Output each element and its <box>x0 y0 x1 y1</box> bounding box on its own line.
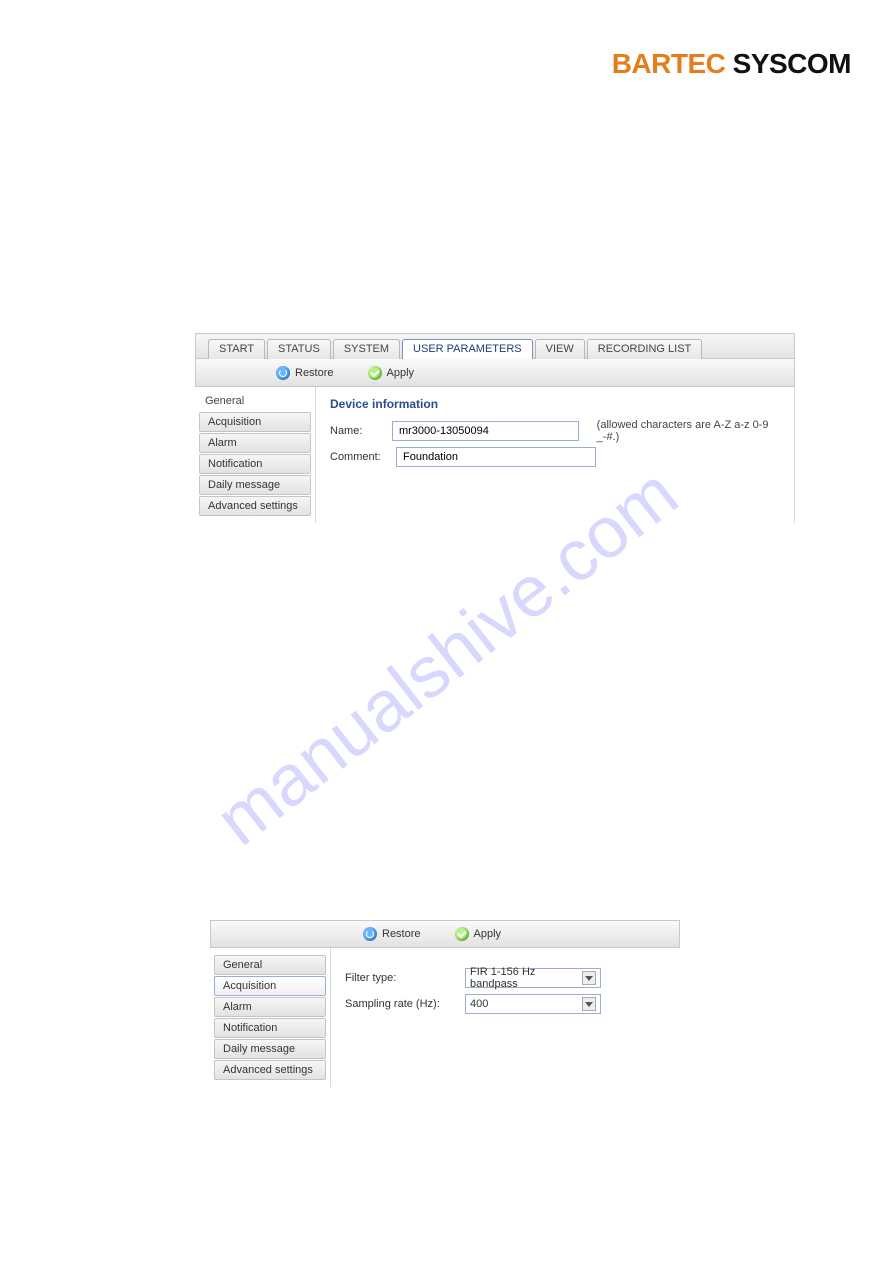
sidebar-item-acquisition-2[interactable]: Acquisition <box>214 976 326 996</box>
filter-type-label: Filter type: <box>345 972 455 984</box>
filter-type-select[interactable]: FIR 1-156 Hz bandpass <box>465 968 601 988</box>
sidebar-item-general[interactable]: General <box>214 955 326 975</box>
brand-logo: BARTEC SYSCOM <box>612 48 851 80</box>
chevron-down-icon <box>582 997 596 1011</box>
sidebar-item-daily-message[interactable]: Daily message <box>199 475 311 495</box>
screenshot-device-info: START STATUS SYSTEM USER PARAMETERS VIEW… <box>195 333 795 523</box>
comment-input[interactable] <box>396 447 596 467</box>
sampling-rate-label: Sampling rate (Hz): <box>345 998 455 1010</box>
tab-recording-list[interactable]: RECORDING LIST <box>587 339 703 359</box>
comment-label: Comment: <box>330 451 386 463</box>
apply-label: Apply <box>387 367 415 379</box>
toolbar: Restore Apply <box>195 359 795 387</box>
sidebar-item-notification-2[interactable]: Notification <box>214 1018 326 1038</box>
sidebar-item-advanced-settings-2[interactable]: Advanced settings <box>214 1060 326 1080</box>
sampling-rate-value: 400 <box>470 998 488 1010</box>
screenshot-acquisition: Restore Apply General Acquisition Alarm … <box>210 920 680 1087</box>
tab-system[interactable]: SYSTEM <box>333 339 400 359</box>
section-title: Device information <box>330 397 780 411</box>
apply-icon <box>455 927 469 941</box>
restore-icon <box>363 927 377 941</box>
apply-icon <box>368 366 382 380</box>
tab-status[interactable]: STATUS <box>267 339 331 359</box>
restore-button-2[interactable]: Restore <box>363 927 421 941</box>
sampling-rate-select[interactable]: 400 <box>465 994 601 1014</box>
sidebar-item-acquisition[interactable]: Acquisition <box>199 412 311 432</box>
sidebar-item-daily-message-2[interactable]: Daily message <box>214 1039 326 1059</box>
sidebar: General Acquisition Alarm Notification D… <box>195 387 315 523</box>
sidebar-item-alarm[interactable]: Alarm <box>199 433 311 453</box>
restore-label: Restore <box>295 367 334 379</box>
sidebar-item-advanced-settings[interactable]: Advanced settings <box>199 496 311 516</box>
content-panel-2: Filter type: FIR 1-156 Hz bandpass Sampl… <box>330 948 680 1087</box>
restore-button[interactable]: Restore <box>276 366 334 380</box>
main-tabstrip: START STATUS SYSTEM USER PARAMETERS VIEW… <box>195 333 795 359</box>
brand-part2: SYSCOM <box>733 48 851 79</box>
tab-user-parameters[interactable]: USER PARAMETERS <box>402 339 533 359</box>
sidebar-2: General Acquisition Alarm Notification D… <box>210 948 330 1087</box>
sidebar-item-alarm-2[interactable]: Alarm <box>214 997 326 1017</box>
restore-icon <box>276 366 290 380</box>
chevron-down-icon <box>582 971 596 985</box>
apply-button-2[interactable]: Apply <box>455 927 502 941</box>
sidebar-title: General <box>199 393 311 411</box>
restore-label-2: Restore <box>382 928 421 940</box>
apply-button[interactable]: Apply <box>368 366 415 380</box>
toolbar-2: Restore Apply <box>210 920 680 948</box>
sidebar-item-notification[interactable]: Notification <box>199 454 311 474</box>
tab-start[interactable]: START <box>208 339 265 359</box>
name-hint: (allowed characters are A-Z a-z 0-9 _-#.… <box>597 419 780 443</box>
apply-label-2: Apply <box>474 928 502 940</box>
tab-view[interactable]: VIEW <box>535 339 585 359</box>
name-input[interactable] <box>392 421 579 441</box>
content-panel: Device information Name: (allowed charac… <box>315 387 794 523</box>
name-label: Name: <box>330 425 382 437</box>
brand-part1: BARTEC <box>612 48 726 79</box>
filter-type-value: FIR 1-156 Hz bandpass <box>470 966 582 990</box>
